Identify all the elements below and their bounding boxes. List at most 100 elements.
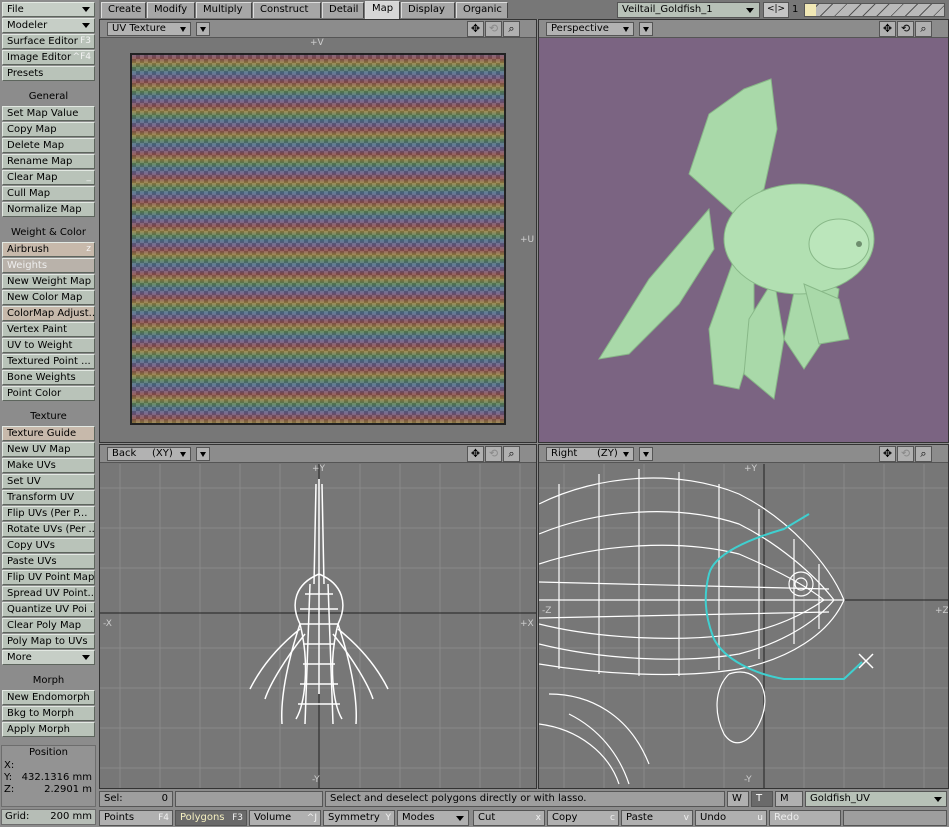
status-blank bbox=[175, 791, 323, 807]
viewport-mode-select[interactable]: Right (ZY) bbox=[546, 447, 634, 461]
undo-button[interactable]: Undo u bbox=[695, 810, 767, 826]
flip-uv-point-map-button[interactable]: Flip UV Point Map bbox=[2, 570, 95, 585]
texture-guide-button[interactable]: Texture Guide bbox=[2, 426, 95, 441]
zoom-view-icon[interactable]: ⌕ bbox=[503, 21, 520, 37]
redo-button[interactable]: Redo bbox=[769, 810, 841, 826]
viewport-options-dropdown[interactable] bbox=[639, 447, 653, 461]
set-uv-button[interactable]: Set UV bbox=[2, 474, 95, 489]
chevron-down-icon bbox=[623, 27, 629, 32]
viewport-options-dropdown[interactable] bbox=[196, 447, 210, 461]
axis-label-top: +Y bbox=[312, 464, 326, 474]
bone-weights-button[interactable]: Bone Weights bbox=[2, 370, 95, 385]
cut-button[interactable]: Cut x bbox=[473, 810, 545, 826]
morph-map-toggle[interactable]: M bbox=[775, 791, 803, 807]
shortcut-label: F3 bbox=[232, 813, 243, 823]
morph-heading: Morph bbox=[32, 675, 65, 686]
make-uvs-button[interactable]: Make UVs bbox=[2, 458, 95, 473]
new-endomorph-button[interactable]: New Endomorph bbox=[2, 690, 95, 705]
vertex-paint-button[interactable]: Vertex Paint bbox=[2, 322, 95, 337]
tab-construct[interactable]: Construct bbox=[253, 2, 321, 18]
spread-uv-point-button[interactable]: Spread UV Point... bbox=[2, 586, 95, 601]
rotate-view-icon[interactable]: ⟲ bbox=[897, 21, 914, 37]
colormap-adjust-button[interactable]: ColorMap Adjust... bbox=[2, 306, 95, 321]
more-menu-button[interactable]: More bbox=[2, 650, 95, 665]
tab-multiply[interactable]: Multiply bbox=[196, 2, 252, 18]
viewport-mode-select[interactable]: Back (XY) bbox=[107, 447, 191, 461]
chevron-down-icon bbox=[180, 452, 186, 457]
rotate-view-icon[interactable]: ⟲ bbox=[485, 21, 502, 37]
vertex-map-selector[interactable]: Goldfish_UV bbox=[805, 791, 947, 807]
move-view-icon[interactable]: ✥ bbox=[467, 21, 484, 37]
modes-dropdown[interactable]: Modes bbox=[397, 810, 469, 826]
clear-map-button[interactable]: Clear Map _ bbox=[2, 170, 95, 185]
points-mode-button[interactable]: Points F4 bbox=[99, 810, 173, 826]
right-viewport[interactable]: Right (ZY) ✥ ⟲ ⌕ +Y -Z +Z -Y bbox=[538, 444, 949, 789]
zoom-view-icon[interactable]: ⌕ bbox=[915, 446, 932, 462]
copy-map-button[interactable]: Copy Map bbox=[2, 122, 95, 137]
zoom-view-icon[interactable]: ⌕ bbox=[503, 446, 520, 462]
surface-editor-button[interactable]: Surface Editor F3 bbox=[2, 34, 95, 49]
clear-poly-map-button[interactable]: Clear Poly Map bbox=[2, 618, 95, 633]
shortcut-label: z bbox=[86, 244, 91, 254]
presets-button[interactable]: Presets bbox=[2, 66, 95, 81]
tab-display[interactable]: Display bbox=[401, 2, 455, 18]
back-viewport[interactable]: Back (XY) ✥ ⟲ ⌕ +Y -X +X -Y bbox=[99, 444, 537, 789]
weight-map-toggle[interactable]: W bbox=[727, 791, 749, 807]
tab-modify[interactable]: Modify bbox=[147, 2, 195, 18]
zoom-view-icon[interactable]: ⌕ bbox=[915, 21, 932, 37]
uv-to-weight-button[interactable]: UV to Weight bbox=[2, 338, 95, 353]
file-menu-button[interactable]: File bbox=[2, 2, 95, 17]
viewport-mode-select[interactable]: UV Texture bbox=[107, 22, 191, 36]
rename-map-button[interactable]: Rename Map bbox=[2, 154, 95, 169]
new-weight-map-button[interactable]: New Weight Map bbox=[2, 274, 95, 289]
transform-uv-button[interactable]: Transform UV bbox=[2, 490, 95, 505]
copy-uvs-button[interactable]: Copy UVs bbox=[2, 538, 95, 553]
uv-texture-viewport[interactable]: UV Texture ✥ ⟲ ⌕ +V +U bbox=[99, 19, 537, 443]
new-color-map-button[interactable]: New Color Map bbox=[2, 290, 95, 305]
tab-detail[interactable]: Detail bbox=[322, 2, 364, 18]
point-color-button[interactable]: Point Color bbox=[2, 386, 95, 401]
flip-uvs-button[interactable]: Flip UVs (Per P... bbox=[2, 506, 95, 521]
z-value[interactable]: 2.2901 m bbox=[44, 784, 92, 795]
poly-map-to-uvs-button[interactable]: Poly Map to UVs bbox=[2, 634, 95, 649]
layer-nav-buttons[interactable]: <|> bbox=[763, 2, 789, 18]
layer-1-active[interactable] bbox=[805, 4, 816, 16]
weights-button[interactable]: Weights bbox=[2, 258, 95, 273]
quantize-uv-button[interactable]: Quantize UV Poi ... bbox=[2, 602, 95, 617]
layer-buttons[interactable] bbox=[804, 3, 945, 17]
tab-organic[interactable]: Organic bbox=[456, 2, 508, 18]
move-view-icon[interactable]: ✥ bbox=[879, 446, 896, 462]
symmetry-button[interactable]: Symmetry Y bbox=[323, 810, 395, 826]
paste-button[interactable]: Paste v bbox=[621, 810, 693, 826]
modeler-menu-button[interactable]: Modeler bbox=[2, 18, 95, 33]
viewport-mode-select[interactable]: Perspective bbox=[546, 22, 634, 36]
normalize-map-button[interactable]: Normalize Map bbox=[2, 202, 95, 217]
cull-map-button[interactable]: Cull Map bbox=[2, 186, 95, 201]
rotate-uvs-button[interactable]: Rotate UVs (Per ... bbox=[2, 522, 95, 537]
airbrush-button[interactable]: Airbrush z bbox=[2, 242, 95, 257]
y-value[interactable]: 432.1316 mm bbox=[22, 772, 92, 783]
volume-mode-button[interactable]: Volume ^J bbox=[249, 810, 321, 826]
rotate-view-icon[interactable]: ⟲ bbox=[485, 446, 502, 462]
tab-create[interactable]: Create bbox=[101, 2, 146, 18]
set-map-value-button[interactable]: Set Map Value bbox=[2, 106, 95, 121]
bkg-to-morph-button[interactable]: Bkg to Morph bbox=[2, 706, 95, 721]
viewport-options-dropdown[interactable] bbox=[639, 22, 653, 36]
rotate-view-icon[interactable]: ⟲ bbox=[897, 446, 914, 462]
texture-map-toggle[interactable]: T bbox=[751, 791, 773, 807]
position-heading: Position bbox=[29, 747, 68, 758]
polygons-mode-button[interactable]: Polygons F3 bbox=[175, 810, 247, 826]
move-view-icon[interactable]: ✥ bbox=[879, 21, 896, 37]
tab-map[interactable]: Map bbox=[365, 1, 400, 19]
textured-point-button[interactable]: Textured Point ... bbox=[2, 354, 95, 369]
image-editor-button[interactable]: Image Editor ^F4 bbox=[2, 50, 95, 65]
object-selector[interactable]: Veiltail_Goldfish_1 bbox=[617, 2, 760, 18]
move-view-icon[interactable]: ✥ bbox=[467, 446, 484, 462]
paste-uvs-button[interactable]: Paste UVs bbox=[2, 554, 95, 569]
new-uv-map-button[interactable]: New UV Map bbox=[2, 442, 95, 457]
copy-button[interactable]: Copy c bbox=[547, 810, 619, 826]
delete-map-button[interactable]: Delete Map bbox=[2, 138, 95, 153]
apply-morph-button[interactable]: Apply Morph bbox=[2, 722, 95, 737]
perspective-viewport[interactable]: Perspective ✥ ⟲ ⌕ bbox=[538, 19, 949, 443]
viewport-options-dropdown[interactable] bbox=[196, 22, 210, 36]
